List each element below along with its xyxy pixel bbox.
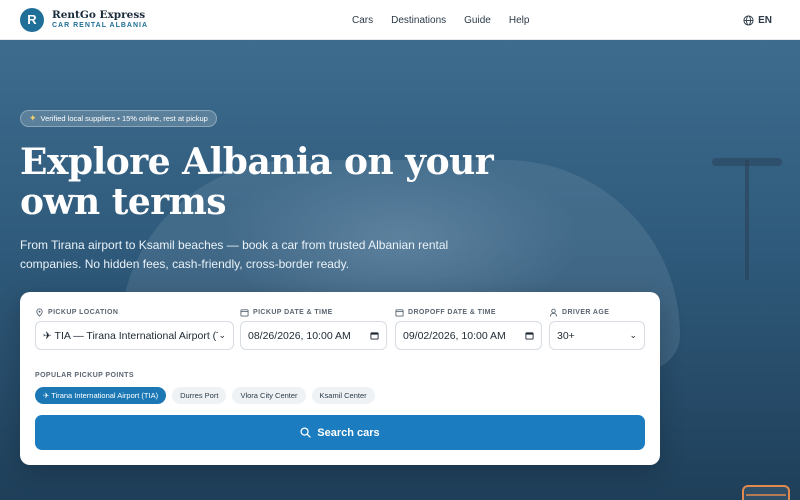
calendar-icon (395, 308, 404, 317)
calendar-picker-icon[interactable] (370, 331, 379, 340)
pickup-datetime-field: PICKUP DATE & TIME 08/26/2026, 10:00 AM (240, 307, 387, 350)
sparkle-icon: ✦ (29, 113, 37, 123)
brand-logo[interactable]: R RentGo Express CAR RENTAL ALBANIA (20, 7, 148, 32)
brand-text: RentGo Express CAR RENTAL ALBANIA (52, 10, 148, 30)
language-selector[interactable]: EN (743, 0, 772, 40)
main-nav: Cars Destinations Guide Help (352, 0, 529, 40)
code-window-graphic (746, 494, 786, 496)
logo-badge-icon: R (20, 7, 44, 32)
driver-age-label: DRIVER AGE (549, 307, 645, 317)
pickup-location-label-text: PICKUP LOCATION (48, 308, 119, 316)
chip-vlora-city-center[interactable]: Vlora City Center (232, 387, 306, 404)
popular-points-label: POPULAR PICKUP POINTS (35, 372, 134, 379)
popular-points-list: ✈ Tirana International Airport (TIA) Dur… (35, 387, 375, 404)
chevron-down-icon: ⌄ (218, 330, 226, 340)
hero-section: ✦ Verified local suppliers • 15% online,… (0, 40, 800, 500)
driver-age-field: DRIVER AGE 30+ ⌄ (549, 307, 645, 350)
brand-subtitle: CAR RENTAL ALBANIA (52, 22, 149, 30)
language-code: EN (758, 14, 772, 26)
pickup-location-value: ✈ TIA — Tirana International Airport (T (43, 329, 219, 342)
calendar-picker-icon[interactable] (525, 331, 534, 340)
pickup-datetime-value: 08/26/2026, 10:00 AM (248, 329, 351, 342)
search-card: PICKUP LOCATION ✈ TIA — Tirana Internati… (20, 292, 660, 465)
nav-link-destinations[interactable]: Destinations (391, 15, 446, 26)
nav-link-cars[interactable]: Cars (352, 15, 373, 26)
trust-badge-text: Verified local suppliers • 15% online, r… (40, 114, 208, 123)
chip-ksamil-center[interactable]: Ksamil Center (311, 387, 375, 404)
nav-link-guide[interactable]: Guide (464, 15, 491, 26)
calendar-icon (240, 308, 249, 317)
chip-durres-port[interactable]: Durres Port (172, 387, 227, 404)
pickup-datetime-label-text: PICKUP DATE & TIME (253, 308, 333, 316)
pickup-location-field: PICKUP LOCATION ✈ TIA — Tirana Internati… (35, 307, 234, 350)
search-icon (300, 427, 312, 438)
brand-name: RentGo Express (52, 8, 146, 21)
dropoff-datetime-field: DROPOFF DATE & TIME 09/02/2026, 10:00 AM (395, 307, 542, 350)
driver-age-select[interactable]: 30+ ⌄ (549, 321, 645, 350)
pickup-datetime-label: PICKUP DATE & TIME (240, 307, 387, 317)
driver-age-value: 30+ (557, 329, 575, 342)
globe-icon (743, 14, 754, 26)
dropoff-datetime-label-text: DROPOFF DATE & TIME (408, 308, 496, 316)
search-cars-button[interactable]: Search cars (35, 415, 645, 450)
trust-badge: ✦ Verified local suppliers • 15% online,… (20, 110, 217, 127)
code-window-icon[interactable] (742, 485, 790, 500)
location-pin-icon (36, 307, 43, 317)
pickup-location-select[interactable]: ✈ TIA — Tirana International Airport (T … (35, 321, 234, 350)
chevron-down-icon: ⌄ (629, 330, 637, 340)
search-cars-button-label: Search cars (317, 426, 380, 439)
pickup-location-label: PICKUP LOCATION (35, 307, 234, 317)
user-icon (549, 308, 558, 317)
hero-streetlamp-pole (745, 160, 749, 280)
dropoff-datetime-label: DROPOFF DATE & TIME (395, 307, 542, 317)
driver-age-label-text: DRIVER AGE (562, 308, 610, 316)
pickup-datetime-input[interactable]: 08/26/2026, 10:00 AM (240, 321, 387, 350)
top-navbar: R RentGo Express CAR RENTAL ALBANIA Cars… (0, 0, 800, 40)
chip-tirana-airport[interactable]: ✈ Tirana International Airport (TIA) (35, 387, 167, 404)
hero-subheadline: From Tirana airport to Ksamil beaches — … (20, 238, 449, 271)
hero-headline: Explore Albania on your own terms (20, 141, 494, 223)
dropoff-datetime-input[interactable]: 09/02/2026, 10:00 AM (395, 321, 542, 350)
dropoff-datetime-value: 09/02/2026, 10:00 AM (403, 329, 506, 342)
nav-link-help[interactable]: Help (509, 15, 530, 26)
